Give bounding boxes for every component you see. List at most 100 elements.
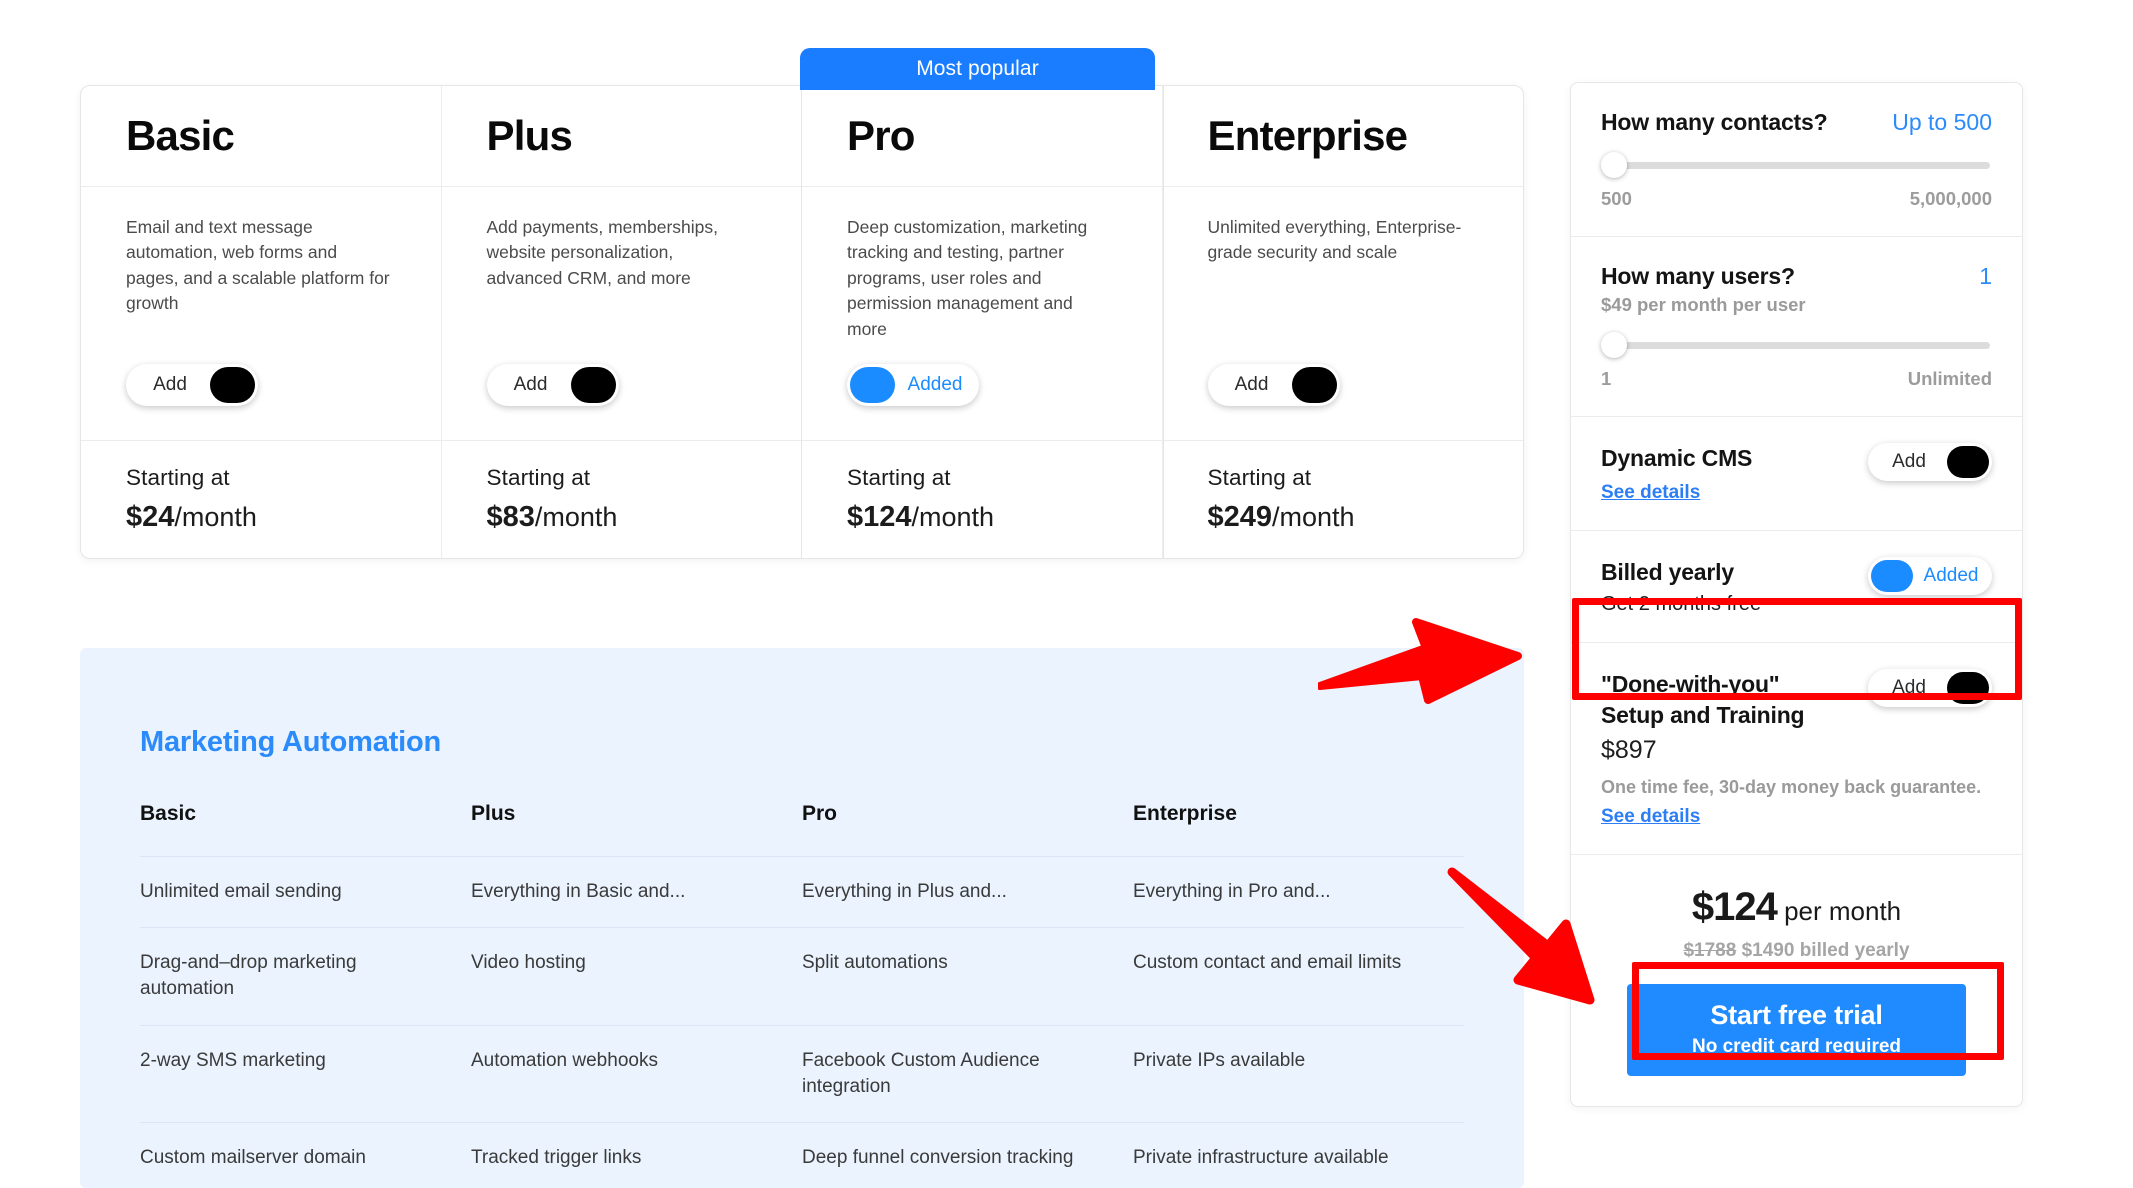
plan-card-plus[interactable]: Plus Add payments, memberships, website … [441, 86, 802, 558]
slider-thumb[interactable] [1601, 152, 1627, 178]
feature-cell: Video hosting [471, 952, 586, 974]
feature-col-header: Plus [471, 802, 516, 825]
toggle-knob [210, 367, 255, 403]
toggle-label: Added [1923, 564, 1979, 586]
dynamic-cms-name: Dynamic CMS [1601, 445, 1753, 471]
plan-price-line: $249/month [1208, 501, 1479, 534]
billed-yearly-toggle[interactable]: Added [1868, 556, 1992, 595]
plan-card-basic[interactable]: Basic Email and text message automation,… [81, 86, 442, 558]
plan-price-line: $124/month [847, 501, 1117, 534]
plan-add-toggle-plus[interactable]: Add [486, 364, 619, 406]
dynamic-cms-info: Dynamic CMS See details [1601, 443, 1752, 504]
contacts-value: Up to 500 [1892, 109, 1992, 135]
slider-thumb[interactable] [1601, 332, 1627, 358]
billed-yearly-info: Billed yearly Get 2 months free [1601, 557, 1761, 617]
contacts-row: How many contacts? Up to 500 [1601, 109, 1992, 136]
users-question: How many users? [1601, 263, 1795, 289]
plan-title: Plus [486, 112, 573, 159]
users-max-label: Unlimited [1907, 368, 1992, 389]
setup-training-add-toggle[interactable]: Add [1868, 669, 1992, 708]
pricing-page: Most popular Basic Email and text messag… [0, 0, 2133, 1188]
dynamic-cms-see-details-link[interactable]: See details [1601, 482, 1700, 504]
plan-title: Pro [847, 112, 915, 159]
dynamic-cms-row: Dynamic CMS See details Add [1601, 443, 1992, 504]
setup-training-name-line2: Setup and Training [1601, 701, 1805, 728]
plan-add-toggle-enterprise[interactable]: Add [1207, 364, 1340, 406]
contacts-min-label: 500 [1601, 188, 1632, 209]
plan-card-pro[interactable]: Pro Deep customization, marketing tracki… [802, 86, 1163, 558]
pricing-calculator-sidebar: How many contacts? Up to 500 500 5,000,0… [1570, 82, 2023, 1108]
plan-price-line: $83/month [487, 501, 757, 534]
dynamic-cms-add-toggle[interactable]: Add [1868, 443, 1992, 481]
plan-price-plus: Starting at $83/month [441, 440, 801, 558]
total-section: $124 per month $1788 $1490 billed yearly… [1571, 855, 2022, 1077]
plan-body-enterprise: Unlimited everything, Enterprise-grade s… [1163, 187, 1524, 440]
plan-price-amount: $124 [847, 501, 912, 533]
plan-body-pro: Deep customization, marketing tracking a… [802, 187, 1162, 440]
features-table: Basic Plus Pro Enterprise Unlimited emai… [140, 788, 1464, 1188]
toggle-knob [1947, 446, 1989, 478]
toggle-knob [1947, 672, 1989, 705]
plan-add-toggle-pro[interactable]: Added [847, 364, 979, 406]
total-price-line: $124 per month [1601, 885, 1992, 930]
plan-body-plus: Add payments, memberships, website perso… [442, 187, 802, 440]
contacts-slider[interactable] [1601, 152, 1992, 178]
total-new-price: $1490 billed yearly [1741, 940, 1910, 962]
setup-training-see-details-link[interactable]: See details [1601, 806, 1700, 828]
start-free-trial-button[interactable]: Start free trial No credit card required [1627, 984, 1966, 1077]
feature-cell: Drag-and–drop marketing automation [140, 952, 357, 1000]
toggle-label: Added [907, 374, 963, 395]
plan-price-period: /month [1272, 502, 1355, 532]
setup-training-section: "Done-with-you" Setup and Training $897 … [1571, 643, 2022, 856]
most-popular-badge: Most popular [800, 48, 1155, 90]
plan-description: Unlimited everything, Enterprise-grade s… [1207, 217, 1462, 263]
users-value: 1 [1979, 263, 1992, 289]
table-row: 2-way SMS marketing Automation webhooks … [140, 1024, 1464, 1122]
plan-toggle-slot: Added [847, 364, 1117, 406]
toggle-knob [1871, 559, 1913, 592]
plan-price-pro: Starting at $124/month [802, 440, 1162, 558]
contacts-max-label: 5,000,000 [1909, 188, 1992, 209]
feature-cell: Unlimited email sending [140, 881, 342, 902]
feature-cell: Automation webhooks [471, 1049, 658, 1071]
plan-card-enterprise[interactable]: Enterprise Unlimited everything, Enterpr… [1162, 86, 1524, 558]
plan-price-period: /month [174, 502, 257, 532]
total-yearly-line: $1788 $1490 billed yearly [1601, 940, 1992, 962]
billed-yearly-row: Billed yearly Get 2 months free Added [1601, 556, 1992, 617]
starting-at-label: Starting at [847, 465, 951, 490]
cta-sublabel: No credit card required [1691, 1036, 1902, 1058]
feature-col-header: Pro [802, 802, 838, 825]
feature-cell: Custom mailserver domain [140, 1147, 366, 1169]
plan-header-enterprise: Enterprise [1162, 86, 1523, 187]
billed-yearly-section: Billed yearly Get 2 months free Added [1571, 531, 2022, 644]
table-row: Drag-and–drop marketing automation Video… [140, 927, 1464, 1024]
toggle-knob [850, 367, 895, 403]
feature-col-header: Basic [140, 802, 197, 825]
plan-price-amount: $249 [1207, 501, 1273, 533]
plan-price-enterprise: Starting at $249/month [1162, 440, 1523, 558]
cta-label: Start free trial [1710, 1000, 1883, 1031]
features-header-row: Basic Plus Pro Enterprise [140, 788, 1464, 856]
users-subtitle: $49 per month per user [1601, 294, 1806, 315]
plan-description: Email and text message automation, web f… [126, 217, 390, 314]
feature-cell: Everything in Plus and... [802, 881, 1007, 902]
plan-price-period: /month [911, 502, 995, 532]
slider-rail [1605, 342, 1990, 349]
users-slider-range: 1 Unlimited [1601, 368, 1992, 390]
feature-cell: Everything in Basic and... [471, 881, 686, 902]
feature-cell: Split automations [802, 952, 948, 974]
plan-price-period: /month [534, 502, 618, 532]
toggle-knob [570, 367, 616, 403]
setup-training-note: One time fee, 30-day money back guarante… [1601, 777, 1982, 798]
plan-toggle-slot: Add [486, 364, 757, 406]
feature-cell: Facebook Custom Audience integration [802, 1049, 1040, 1097]
users-row: How many users? 1 [1601, 263, 1992, 290]
setup-training-row: "Done-with-you" Setup and Training $897 … [1601, 669, 1992, 765]
features-panel: Marketing Automation Basic Plus Pro Ente… [80, 648, 1524, 1188]
setup-training-info: "Done-with-you" Setup and Training $897 [1601, 669, 1805, 765]
users-slider[interactable] [1601, 332, 1992, 358]
setup-training-name-line1: "Done-with-you" [1601, 671, 1780, 698]
plan-add-toggle-basic[interactable]: Add [126, 364, 258, 406]
starting-at-label: Starting at [486, 465, 591, 490]
feature-cell: Everything in Pro and... [1133, 881, 1331, 902]
